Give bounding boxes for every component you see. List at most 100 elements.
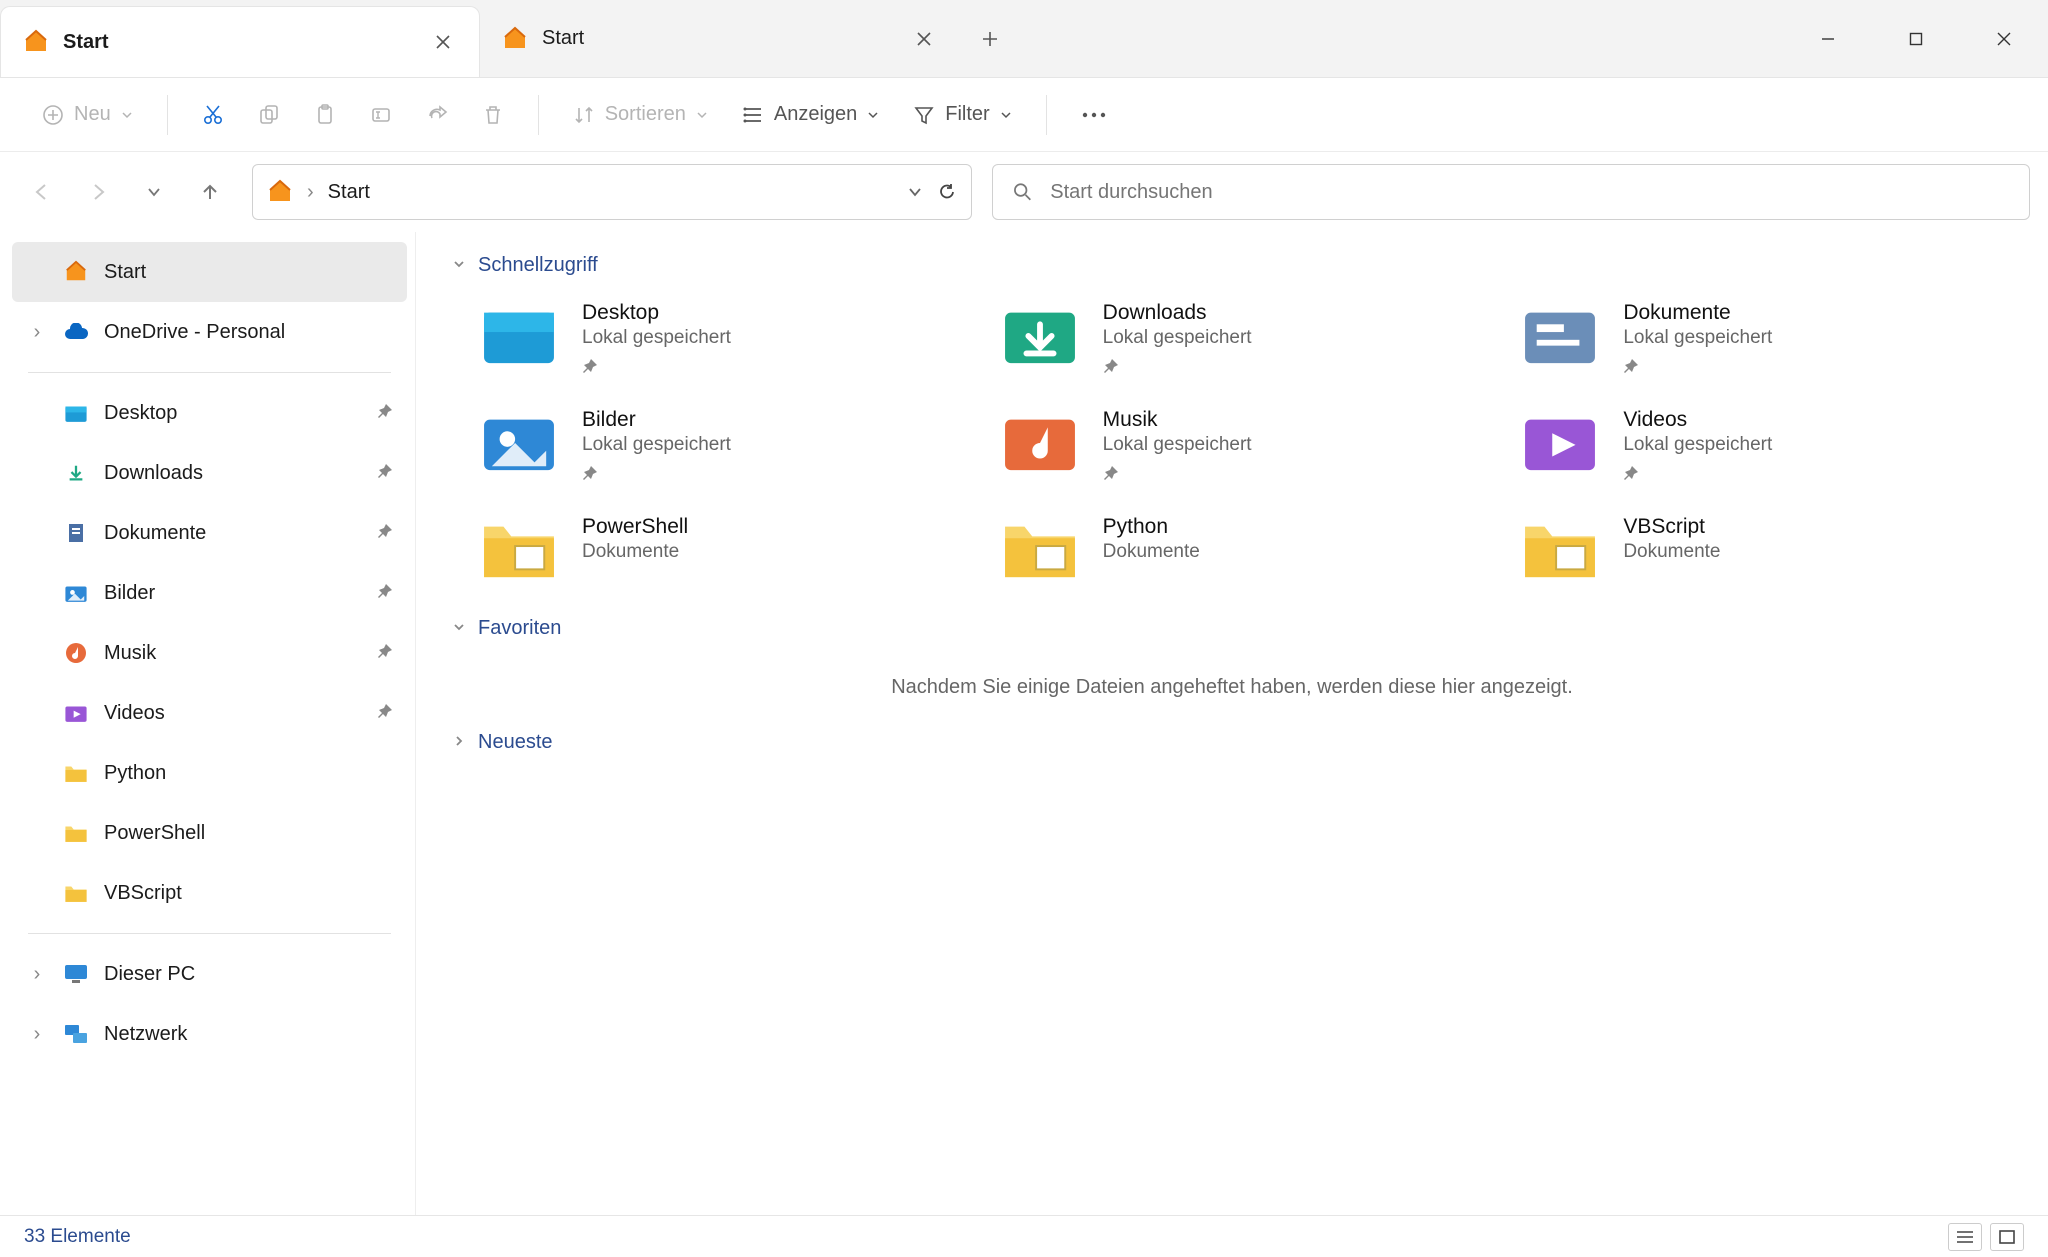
folder-icon [478,515,560,581]
chevron-right-icon[interactable]: › [26,321,48,344]
network-icon [62,1020,90,1048]
pin-icon [377,582,393,605]
tab-start-inactive[interactable]: Start [480,0,960,77]
nav-back-button[interactable] [18,168,66,216]
sidebar-item-home[interactable]: Start [12,242,407,302]
item-title: Desktop [582,301,731,325]
search-box[interactable] [992,164,2030,220]
documents-icon [62,519,90,547]
pin-icon [1103,464,1252,487]
pictures-icon [62,579,90,607]
toolbar: Neu Sortieren Anzeigen Filter [0,78,2048,152]
quick-item-videos[interactable]: Videos Lokal gespeichert [1519,408,2010,487]
chevron-right-icon[interactable]: › [26,1023,48,1046]
tab-start-active[interactable]: Start [0,6,480,77]
quick-item-desktop[interactable]: Desktop Lokal gespeichert [478,301,969,380]
monitor-icon [62,960,90,988]
chevron-down-icon [696,109,708,121]
quick-item-downloads[interactable]: Downloads Lokal gespeichert [999,301,1490,380]
address-bar[interactable]: › Start [252,164,972,220]
pin-icon [1623,464,1772,487]
chevron-right-icon[interactable]: › [26,963,48,986]
nav-up-button[interactable] [186,168,234,216]
more-button[interactable] [1069,90,1119,140]
view-button[interactable]: Anzeigen [730,90,891,140]
quick-item-bilder[interactable]: Bilder Lokal gespeichert [478,408,969,487]
sidebar-item-network[interactable]: › Netzwerk [12,1004,407,1064]
item-title: Python [1103,515,1200,539]
new-tab-button[interactable] [960,0,1020,77]
pin-icon [377,462,393,485]
sidebar-item-documents[interactable]: Dokumente [12,503,407,563]
sidebar-item-videos[interactable]: Videos [12,683,407,743]
refresh-button[interactable] [937,168,957,216]
sidebar-item-downloads[interactable]: Downloads [12,443,407,503]
window-controls [1784,0,2048,77]
rename-button[interactable] [358,90,404,140]
downloads-icon [62,459,90,487]
item-title: Dokumente [1623,301,1772,325]
new-button[interactable]: Neu [30,90,145,140]
downloads-icon [999,301,1081,367]
section-quick-access[interactable]: Schnellzugriff [444,246,2020,283]
tiles-view-button[interactable] [1990,1223,2024,1251]
delete-button[interactable] [470,90,516,140]
sidebar-item-this-pc[interactable]: › Dieser PC [12,944,407,1004]
cut-button[interactable] [190,90,236,140]
maximize-button[interactable] [1872,0,1960,77]
sidebar-item-folder[interactable]: VBScript [12,863,407,923]
navigation-bar: › Start [0,152,2048,232]
tab-close-button[interactable] [906,21,942,57]
folder-icon [62,879,90,907]
home-icon [23,29,49,55]
copy-button[interactable] [246,90,292,140]
nav-forward-button[interactable] [74,168,122,216]
chevron-down-icon [867,109,879,121]
sidebar-item-folder[interactable]: PowerShell [12,803,407,863]
tab-label: Start [63,31,109,54]
share-button[interactable] [414,90,460,140]
sidebar-item-folder[interactable]: Python [12,743,407,803]
quick-item-powershell[interactable]: PowerShell Dokumente [478,515,969,581]
sidebar-item-pictures[interactable]: Bilder [12,563,407,623]
chevron-right-icon: › [307,181,314,204]
paste-button[interactable] [302,90,348,140]
close-window-button[interactable] [1960,0,2048,77]
music-icon [62,639,90,667]
tab-close-button[interactable] [425,24,461,60]
item-subtitle: Lokal gespeichert [582,327,731,349]
item-subtitle: Lokal gespeichert [1103,327,1252,349]
address-dropdown-button[interactable] [907,168,923,216]
item-title: Bilder [582,408,731,432]
chevron-down-icon [452,617,466,640]
search-input[interactable] [1050,181,2009,204]
details-view-button[interactable] [1948,1223,1982,1251]
minimize-button[interactable] [1784,0,1872,77]
chevron-down-icon [452,254,466,277]
favorites-empty-text: Nachdem Sie einige Dateien angeheftet ha… [444,646,2020,723]
filter-button[interactable]: Filter [901,90,1023,140]
sort-button[interactable]: Sortieren [561,90,720,140]
sidebar-item-onedrive[interactable]: › OneDrive - Personal [12,302,407,362]
sidebar: Start › OneDrive - Personal Desktop Down… [0,232,416,1215]
sidebar-item-music[interactable]: Musik [12,623,407,683]
videos-icon [62,699,90,727]
titlebar: Start Start [0,0,2048,78]
documents-icon [1519,301,1601,367]
sidebar-item-desktop[interactable]: Desktop [12,383,407,443]
chevron-right-icon [452,731,466,754]
home-icon [62,258,90,286]
breadcrumb-location[interactable]: Start [328,181,370,204]
pin-icon [582,464,731,487]
cloud-icon [62,318,90,346]
quick-item-vbscript[interactable]: VBScript Dokumente [1519,515,2010,581]
quick-item-musik[interactable]: Musik Lokal gespeichert [999,408,1490,487]
item-subtitle: Dokumente [582,541,688,563]
nav-recent-button[interactable] [130,168,178,216]
section-favorites[interactable]: Favoriten [444,609,2020,646]
quick-item-dokumente[interactable]: Dokumente Lokal gespeichert [1519,301,2010,380]
section-recent[interactable]: Neueste [444,723,2020,760]
pin-icon [582,357,731,380]
folder-icon [62,759,90,787]
quick-item-python[interactable]: Python Dokumente [999,515,1490,581]
